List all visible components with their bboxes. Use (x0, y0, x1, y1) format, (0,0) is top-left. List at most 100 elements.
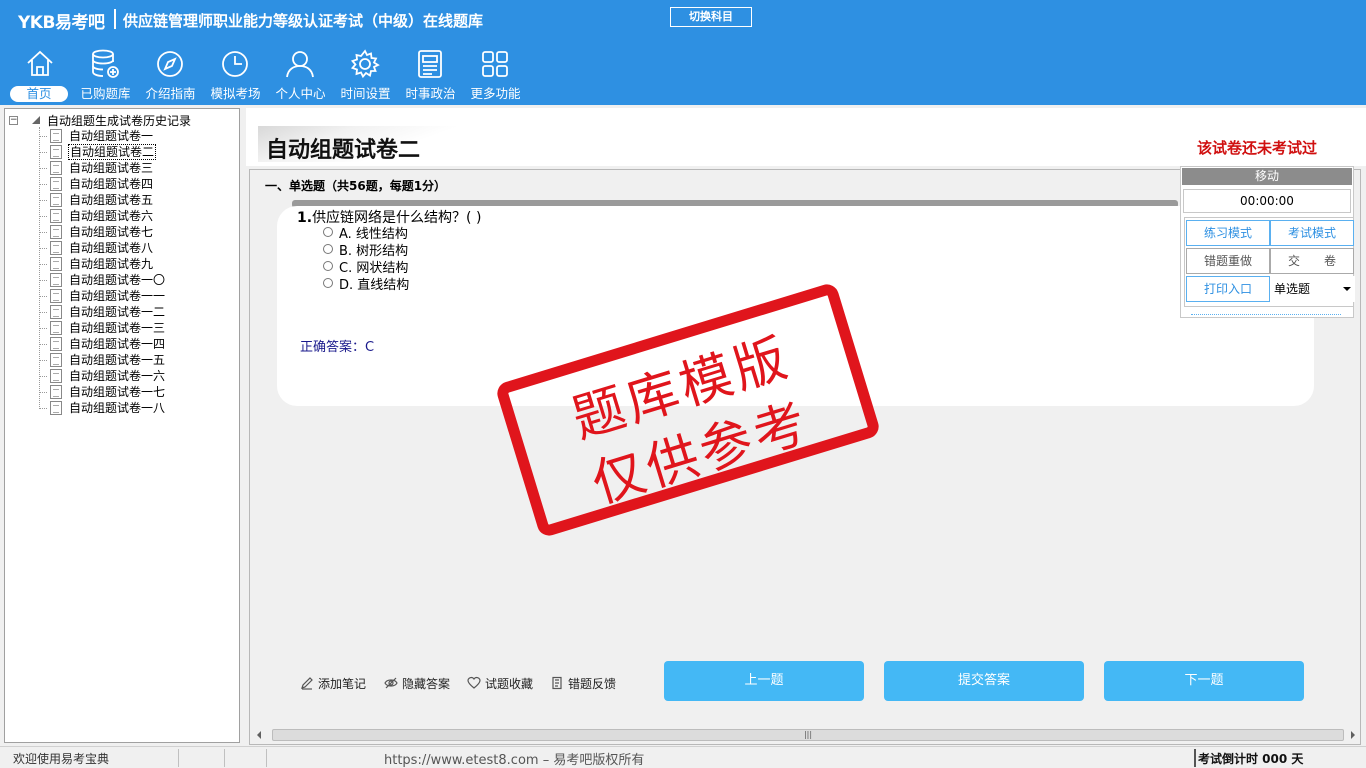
tree-item-label: 自动组题试卷六 (69, 209, 154, 223)
option-b[interactable]: B. 树形结构 (323, 241, 408, 259)
document-icon (50, 321, 62, 335)
document-icon (50, 273, 62, 287)
tree-item[interactable]: 自动组题试卷一 (39, 128, 166, 144)
history-tree: − 自动组题生成试卷历史记录 自动组题试卷一 自动组题试卷二 自动组题试卷三 自动组题… (4, 108, 240, 743)
control-buttons: 练习模式 考试模式 错题重做 交 卷 打印入口 单选题 (1184, 217, 1355, 307)
tree-item[interactable]: 自动组题试卷三 (39, 160, 166, 176)
tree-item[interactable]: 自动组题试卷五 (39, 192, 166, 208)
add-note-link[interactable]: 添加笔记 (300, 673, 366, 693)
document-icon (50, 305, 62, 319)
favorite-label: 试题收藏 (485, 676, 534, 691)
report-error-label: 错题反馈 (568, 676, 617, 691)
database-icon (92, 49, 119, 78)
submit-paper-button[interactable]: 交 卷 (1270, 248, 1354, 274)
nav-purchased[interactable]: 已购题库 (73, 46, 138, 104)
next-question-button[interactable]: 下一题 (1104, 661, 1304, 701)
tree-item-label: 自动组题试卷一 (69, 129, 154, 143)
horizontal-scrollbar[interactable]: ||| (252, 727, 1360, 743)
radio-option-a[interactable] (323, 227, 333, 237)
scroll-left-arrow-icon[interactable] (257, 731, 261, 739)
chevron-down-icon (1343, 287, 1351, 291)
hide-answer-link[interactable]: 隐藏答案 (384, 673, 450, 693)
panel-scroll-indicator[interactable] (1191, 314, 1341, 315)
radio-option-d[interactable] (323, 278, 333, 288)
question-number: 1. (297, 210, 313, 226)
tree-item[interactable]: 自动组题试卷一五 (39, 352, 166, 368)
nav-more-label: 更多功能 (470, 86, 521, 101)
exam-mode-button[interactable]: 考试模式 (1270, 220, 1354, 246)
document-icon (50, 401, 62, 415)
document-icon (50, 385, 62, 399)
document-icon (50, 369, 62, 383)
home-icon (27, 50, 53, 76)
submit-answer-button[interactable]: 提交答案 (884, 661, 1084, 701)
document-icon (50, 193, 62, 207)
tree-item[interactable]: 自动组题试卷一〇 (39, 272, 166, 288)
radio-option-b[interactable] (323, 244, 333, 254)
document-icon (50, 129, 62, 143)
nav-mock-exam[interactable]: 模拟考场 (203, 46, 268, 104)
tree-item[interactable]: 自动组题试卷四 (39, 176, 166, 192)
collapse-icon[interactable]: − (9, 115, 18, 125)
tree-item[interactable]: 自动组题试卷七 (39, 224, 166, 240)
add-note-label: 添加笔记 (318, 676, 367, 691)
option-d[interactable]: D. 直线结构 (323, 275, 410, 293)
switch-subject-button[interactable]: 切换科目 (670, 7, 752, 27)
tree-item[interactable]: 自动组题试卷一八 (39, 400, 166, 416)
nav-guide[interactable]: 介绍指南 (138, 46, 203, 104)
option-c[interactable]: C. 网状结构 (323, 258, 408, 276)
report-error-link[interactable]: 错题反馈 (550, 673, 616, 693)
document-icon (50, 289, 62, 303)
document-icon (50, 353, 62, 367)
feedback-icon (552, 676, 562, 690)
practice-mode-button[interactable]: 练习模式 (1186, 220, 1270, 246)
tree-item-label: 自动组题试卷一六 (69, 369, 166, 383)
tree-item[interactable]: 自动组题试卷一七 (39, 384, 166, 400)
option-d-label: D. 直线结构 (339, 277, 410, 293)
status-bar: 欢迎使用易考宝典 https://www.etest8.com – 易考吧版权所… (0, 746, 1366, 768)
tree-item-label: 自动组题试卷一五 (69, 353, 166, 367)
favorite-link[interactable]: 试题收藏 (467, 673, 533, 693)
tree-root[interactable]: − 自动组题生成试卷历史记录 (9, 112, 191, 128)
clock-icon (222, 51, 248, 77)
tree-item[interactable]: 自动组题试卷六 (39, 208, 166, 224)
prev-question-button[interactable]: 上一题 (664, 661, 864, 701)
app-header: YKB易考吧 供应链管理师职业能力等级认证考试（中级）在线题库 切换科目 首页 … (0, 0, 1366, 105)
tree-item[interactable]: 自动组题试卷九 (39, 256, 166, 272)
tree-item-label: 自动组题试卷一二 (69, 305, 166, 319)
paper-title: 自动组题试卷二 (266, 138, 421, 163)
option-a[interactable]: A. 线性结构 (323, 224, 408, 242)
tree-item[interactable]: 自动组题试卷一六 (39, 368, 166, 384)
radio-option-c[interactable] (323, 261, 333, 271)
document-icon (50, 241, 62, 255)
nav-more[interactable]: 更多功能 (463, 46, 528, 104)
correct-answer: 正确答案：C (300, 340, 375, 355)
nav-guide-label: 介绍指南 (145, 86, 196, 101)
tree-item-label: 自动组题试卷三 (69, 161, 154, 175)
section-title: 一、单选题（共56题，每题1分） (265, 179, 447, 193)
tree-item[interactable]: 自动组题试卷一四 (39, 336, 166, 352)
tree-item[interactable]: 自动组题试卷一一 (39, 288, 166, 304)
tree-item-label: 自动组题试卷一四 (69, 337, 166, 351)
nav-profile[interactable]: 个人中心 (268, 46, 333, 104)
nav-current-affairs[interactable]: 时事政治 (398, 46, 463, 104)
tree-item-label: 自动组题试卷九 (69, 257, 154, 271)
tree-item[interactable]: 自动组题试卷一三 (39, 320, 166, 336)
print-entry-button[interactable]: 打印入口 (1186, 276, 1270, 302)
status-separator (224, 749, 225, 767)
redo-wrong-button[interactable]: 错题重做 (1186, 248, 1270, 274)
nav-time-settings-label: 时间设置 (340, 86, 391, 101)
brand-separator (114, 9, 116, 29)
tree-item[interactable]: 自动组题试卷二 (39, 144, 166, 160)
move-handle[interactable]: 移动 (1182, 168, 1352, 185)
scroll-right-arrow-icon[interactable] (1351, 731, 1355, 739)
scrollbar-thumb[interactable]: ||| (272, 729, 1344, 741)
nav-time-settings[interactable]: 时间设置 (333, 46, 398, 104)
status-welcome: 欢迎使用易考宝典 (13, 752, 110, 766)
document-icon (50, 177, 62, 191)
tree-item[interactable]: 自动组题试卷一二 (39, 304, 166, 320)
question-type-select[interactable]: 单选题 (1271, 276, 1355, 302)
tree-item[interactable]: 自动组题试卷八 (39, 240, 166, 256)
document-icon (50, 225, 62, 239)
nav-home[interactable]: 首页 (8, 46, 73, 104)
